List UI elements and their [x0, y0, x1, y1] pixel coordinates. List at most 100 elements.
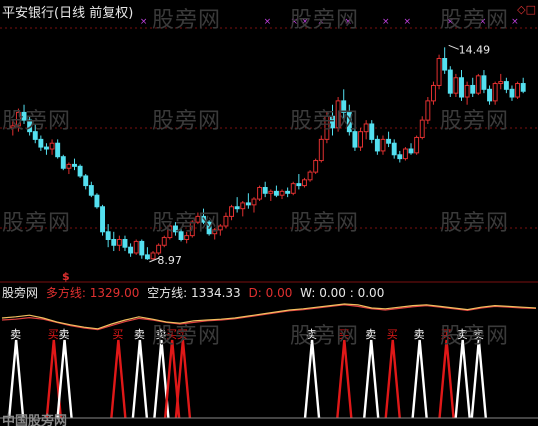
candle-body [88, 185, 94, 196]
candle-body [150, 252, 156, 260]
candle-body [279, 190, 285, 196]
buy-spike [336, 339, 353, 419]
candle-body [229, 206, 235, 217]
top-marker: × [382, 17, 390, 27]
candle-body [156, 244, 162, 254]
watermark: 股旁网 [2, 109, 72, 134]
sell-spike [131, 339, 149, 419]
chart-window: 14.49 8.97 $ × × × × × × × × × × × 卖买卖买卖卖买买卖买卖买卖买卖卖 股旁… [0, 0, 538, 426]
watermark: 股旁网 [440, 324, 510, 349]
watermark: 股旁网 [152, 211, 222, 236]
bottom-watermark: 中国股旁网 [2, 414, 68, 426]
candle-body [391, 142, 397, 156]
candle-body [520, 83, 526, 92]
sell-label: 卖 [10, 328, 21, 341]
buy-spike [174, 339, 192, 419]
candle-body [397, 154, 403, 160]
watermark: 股旁网 [290, 324, 360, 349]
top-marker: × [511, 17, 519, 27]
candle-body [475, 75, 481, 94]
candle-body [83, 175, 89, 187]
watermark: 股旁网 [290, 211, 360, 236]
low-label: 8.97 [157, 254, 182, 267]
candle-body [245, 202, 251, 206]
corner-icon[interactable]: ◇□ [517, 3, 536, 16]
candle-body [94, 194, 100, 208]
candle-body [49, 142, 55, 150]
d-value: 0.00 [265, 286, 293, 300]
sell-spike [363, 339, 380, 419]
stock-name: 平安银行 [2, 6, 55, 21]
candle-body [43, 146, 49, 150]
candle-body [453, 77, 459, 94]
watermark: 股旁网 [290, 109, 360, 134]
sell-label: 卖 [134, 328, 145, 341]
candle-body [442, 58, 448, 71]
candle-body [307, 171, 313, 181]
candle-body [498, 81, 504, 85]
sell-spike [454, 339, 471, 419]
candle-body [133, 240, 139, 254]
candle-body [374, 138, 380, 152]
candle-body [257, 187, 263, 200]
candle-body [492, 83, 498, 102]
candle-body [436, 58, 442, 86]
candle-body [144, 254, 150, 260]
candle-body [77, 165, 83, 177]
candle-body [66, 163, 72, 169]
candle-body [369, 123, 375, 140]
candle-body [425, 100, 431, 121]
candle-body [481, 75, 487, 90]
buy-spike [110, 339, 127, 419]
candle-body [464, 84, 470, 98]
candle-body [487, 88, 493, 102]
candle-body [301, 179, 307, 187]
sell-label: 卖 [59, 328, 70, 341]
candle-body [459, 77, 464, 98]
watermark: 股旁网 [440, 109, 510, 134]
long-value: 1329.00 [89, 286, 140, 300]
candle-body [402, 148, 408, 160]
buy-label: 买 [112, 328, 123, 341]
candle-body [139, 240, 145, 256]
buy-label: 买 [48, 328, 59, 341]
candle-body [515, 83, 521, 98]
candle-body [100, 206, 106, 233]
buy-label: 买 [387, 328, 398, 341]
candle-body [470, 84, 476, 94]
candle-body [240, 202, 246, 210]
sell-spike [7, 339, 25, 419]
candle-body [161, 237, 167, 246]
sell-label: 卖 [365, 328, 376, 341]
candle-body [116, 238, 122, 246]
candle-body [55, 142, 61, 158]
w-label: W: [300, 286, 316, 300]
candle-body [509, 88, 515, 98]
candle-body [72, 163, 77, 167]
candle-body [503, 81, 509, 90]
buy-spike [438, 339, 455, 419]
candle-body [408, 148, 414, 154]
w-value: 0.00 : 0.00 [319, 286, 385, 300]
sell-label: 卖 [414, 328, 425, 341]
chart-header: 平安银行(日线 前复权) [2, 2, 133, 21]
candle-body [223, 215, 229, 227]
candle-body [447, 69, 453, 94]
candle-body [111, 238, 117, 246]
candle-body [105, 231, 111, 240]
watermark: 股旁网 [440, 211, 510, 236]
dollar-marker: $ [62, 270, 70, 283]
indicator-legend: 股旁网 多方线: 1329.00 空方线: 1334.33 D: 0.00 W:… [2, 284, 388, 301]
long-label: 多方线: [45, 286, 86, 300]
sell-spike [470, 339, 488, 419]
sell-spike [56, 339, 73, 419]
candle-body [38, 138, 44, 148]
candle-body [128, 246, 134, 254]
candle-body [251, 198, 257, 206]
candle-body [122, 238, 128, 248]
candle-body [290, 183, 296, 194]
top-marker: × [140, 17, 148, 27]
candle-body [386, 138, 392, 144]
candle-body [60, 156, 66, 169]
high-label: 14.49 [459, 43, 491, 56]
